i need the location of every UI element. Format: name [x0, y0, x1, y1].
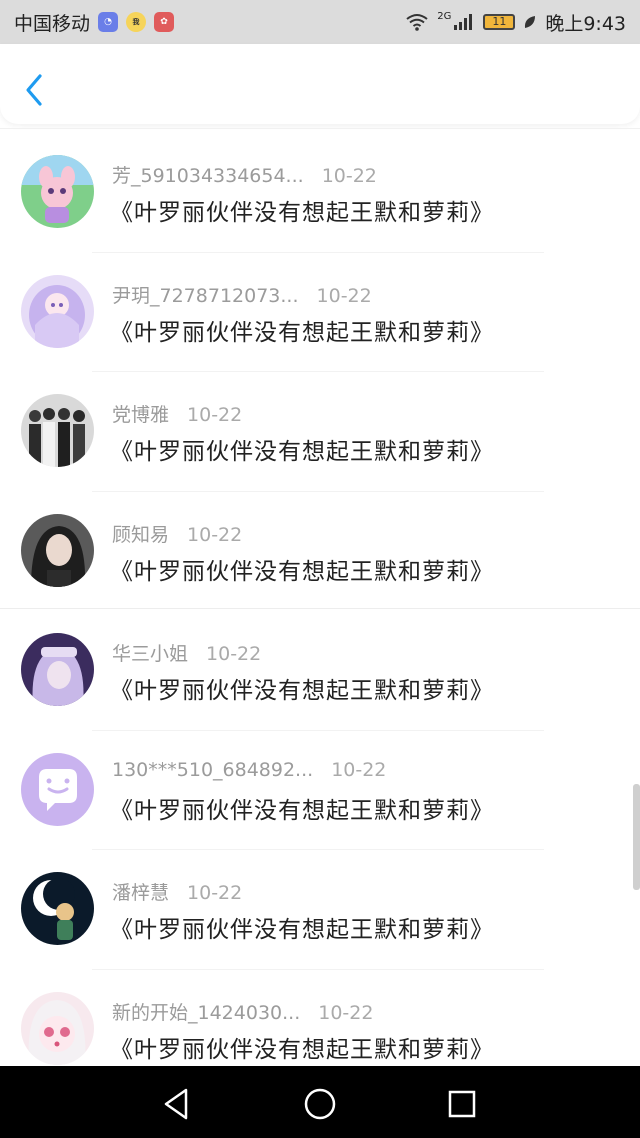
item-date: 10-22 [187, 523, 243, 546]
user-name: 党博雅 [112, 404, 170, 426]
battery-icon: 11 [483, 14, 516, 30]
wallet-app-icon: 我 [126, 12, 147, 32]
item-date: 10-22 [206, 643, 262, 665]
item-meta: 华三小姐 10-22 [112, 639, 261, 666]
list-item[interactable]: 华三小姐 10-22 《叶罗丽伙伴没有想起王默和萝莉》 [0, 611, 640, 731]
wifi-icon [406, 14, 428, 31]
night-moon-avatar[interactable] [21, 872, 94, 945]
item-message: 《叶罗丽伙伴没有想起王默和萝莉》 [110, 1036, 494, 1063]
item-date: 10-22 [331, 758, 387, 781]
item-meta: 新的开始_1424030... 10-22 [112, 998, 373, 1025]
clock-label: 晚上9:43 [545, 12, 626, 35]
anime-girl-avatar[interactable] [21, 274, 94, 348]
status-bar: 中国移动 ◔ 我 ✿ 2G 11 晚上9:43 [0, 0, 640, 44]
item-date: 10-22 [316, 284, 372, 307]
item-meta: 130***510_684892... 10-22 [112, 759, 386, 781]
huawei-store-icon: ✿ [154, 12, 175, 32]
item-meta: 顾知易 10-22 [112, 520, 242, 547]
list-item[interactable]: 130***510_684892... 10-22 《叶罗丽伙伴没有想起王默和萝莉… [0, 731, 640, 850]
item-message: 《叶罗丽伙伴没有想起王默和萝莉》 [110, 439, 494, 465]
nav-back-icon[interactable] [158, 1084, 198, 1124]
item-date: 10-22 [318, 1001, 374, 1024]
status-left: 中国移动 ◔ 我 ✿ [14, 9, 175, 36]
list-item[interactable]: 顾知易 10-22 《叶罗丽伙伴没有想起王默和萝莉》 [0, 492, 640, 612]
item-message: 《叶罗丽伙伴没有想起王默和萝莉》 [110, 917, 494, 943]
purple-hood-avatar[interactable] [21, 633, 94, 706]
chat-bubble-app-icon: ◔ [98, 12, 119, 32]
item-message: 《叶罗丽伙伴没有想起王默和萝莉》 [110, 200, 494, 226]
message-list: 芳_591034334654... 10-22 《叶罗丽伙伴没有想起王默和萝莉》 … [0, 133, 640, 1089]
item-message: 《叶罗丽伙伴没有想起王默和萝莉》 [110, 797, 494, 824]
section-divider [0, 608, 640, 609]
nav-home-icon[interactable] [300, 1084, 340, 1124]
item-meta: 潘梓慧 10-22 [112, 878, 242, 905]
network-type-label: 2G [437, 10, 452, 22]
back-arrow-icon[interactable] [20, 72, 52, 108]
user-name: 尹玥_7278712073... [112, 284, 299, 307]
user-name: 华三小姐 [112, 643, 189, 665]
carrier-label: 中国移动 [14, 12, 91, 35]
portrait-avatar[interactable] [21, 513, 94, 587]
signal-icon [454, 14, 473, 30]
user-name: 芳_591034334654... [112, 165, 304, 187]
user-name: 新的开始_1424030... [112, 1001, 301, 1024]
user-name: 130***510_684892... [112, 758, 314, 781]
item-message: 《叶罗丽伙伴没有想起王默和萝莉》 [110, 319, 494, 346]
item-meta: 芳_591034334654... 10-22 [112, 161, 377, 188]
item-message: 《叶罗丽伙伴没有想起王默和萝莉》 [110, 558, 494, 585]
leaf-icon [525, 16, 536, 28]
list-item[interactable]: 芳_591034334654... 10-22 《叶罗丽伙伴没有想起王默和萝莉》 [0, 133, 640, 253]
cartoon-character-avatar[interactable] [21, 155, 94, 228]
top-bar [0, 44, 640, 124]
system-nav-bar [0, 1066, 640, 1138]
item-meta: 党博雅 10-22 [112, 400, 242, 427]
list-item[interactable]: 党博雅 10-22 《叶罗丽伙伴没有想起王默和萝莉》 [0, 372, 640, 492]
user-name: 顾知易 [112, 523, 170, 546]
nav-recents-icon[interactable] [442, 1084, 482, 1124]
item-date: 10-22 [187, 882, 243, 904]
header-divider [0, 128, 640, 129]
item-date: 10-22 [321, 165, 377, 187]
item-date: 10-22 [187, 404, 243, 426]
pink-anime-avatar[interactable] [21, 991, 94, 1065]
list-item[interactable]: 尹玥_7278712073... 10-22 《叶罗丽伙伴没有想起王默和萝莉》 [0, 253, 640, 372]
scrollbar-thumb[interactable] [633, 784, 640, 890]
default-chat-avatar[interactable] [21, 752, 94, 826]
group-photo-avatar[interactable] [21, 394, 94, 467]
item-message: 《叶罗丽伙伴没有想起王默和萝莉》 [110, 678, 494, 704]
status-right: 2G 11 晚上9:43 [405, 9, 626, 36]
battery-level: 11 [492, 15, 507, 28]
list-item[interactable]: 潘梓慧 10-22 《叶罗丽伙伴没有想起王默和萝莉》 [0, 850, 640, 970]
user-name: 潘梓慧 [112, 882, 170, 904]
item-meta: 尹玥_7278712073... 10-22 [112, 281, 372, 308]
